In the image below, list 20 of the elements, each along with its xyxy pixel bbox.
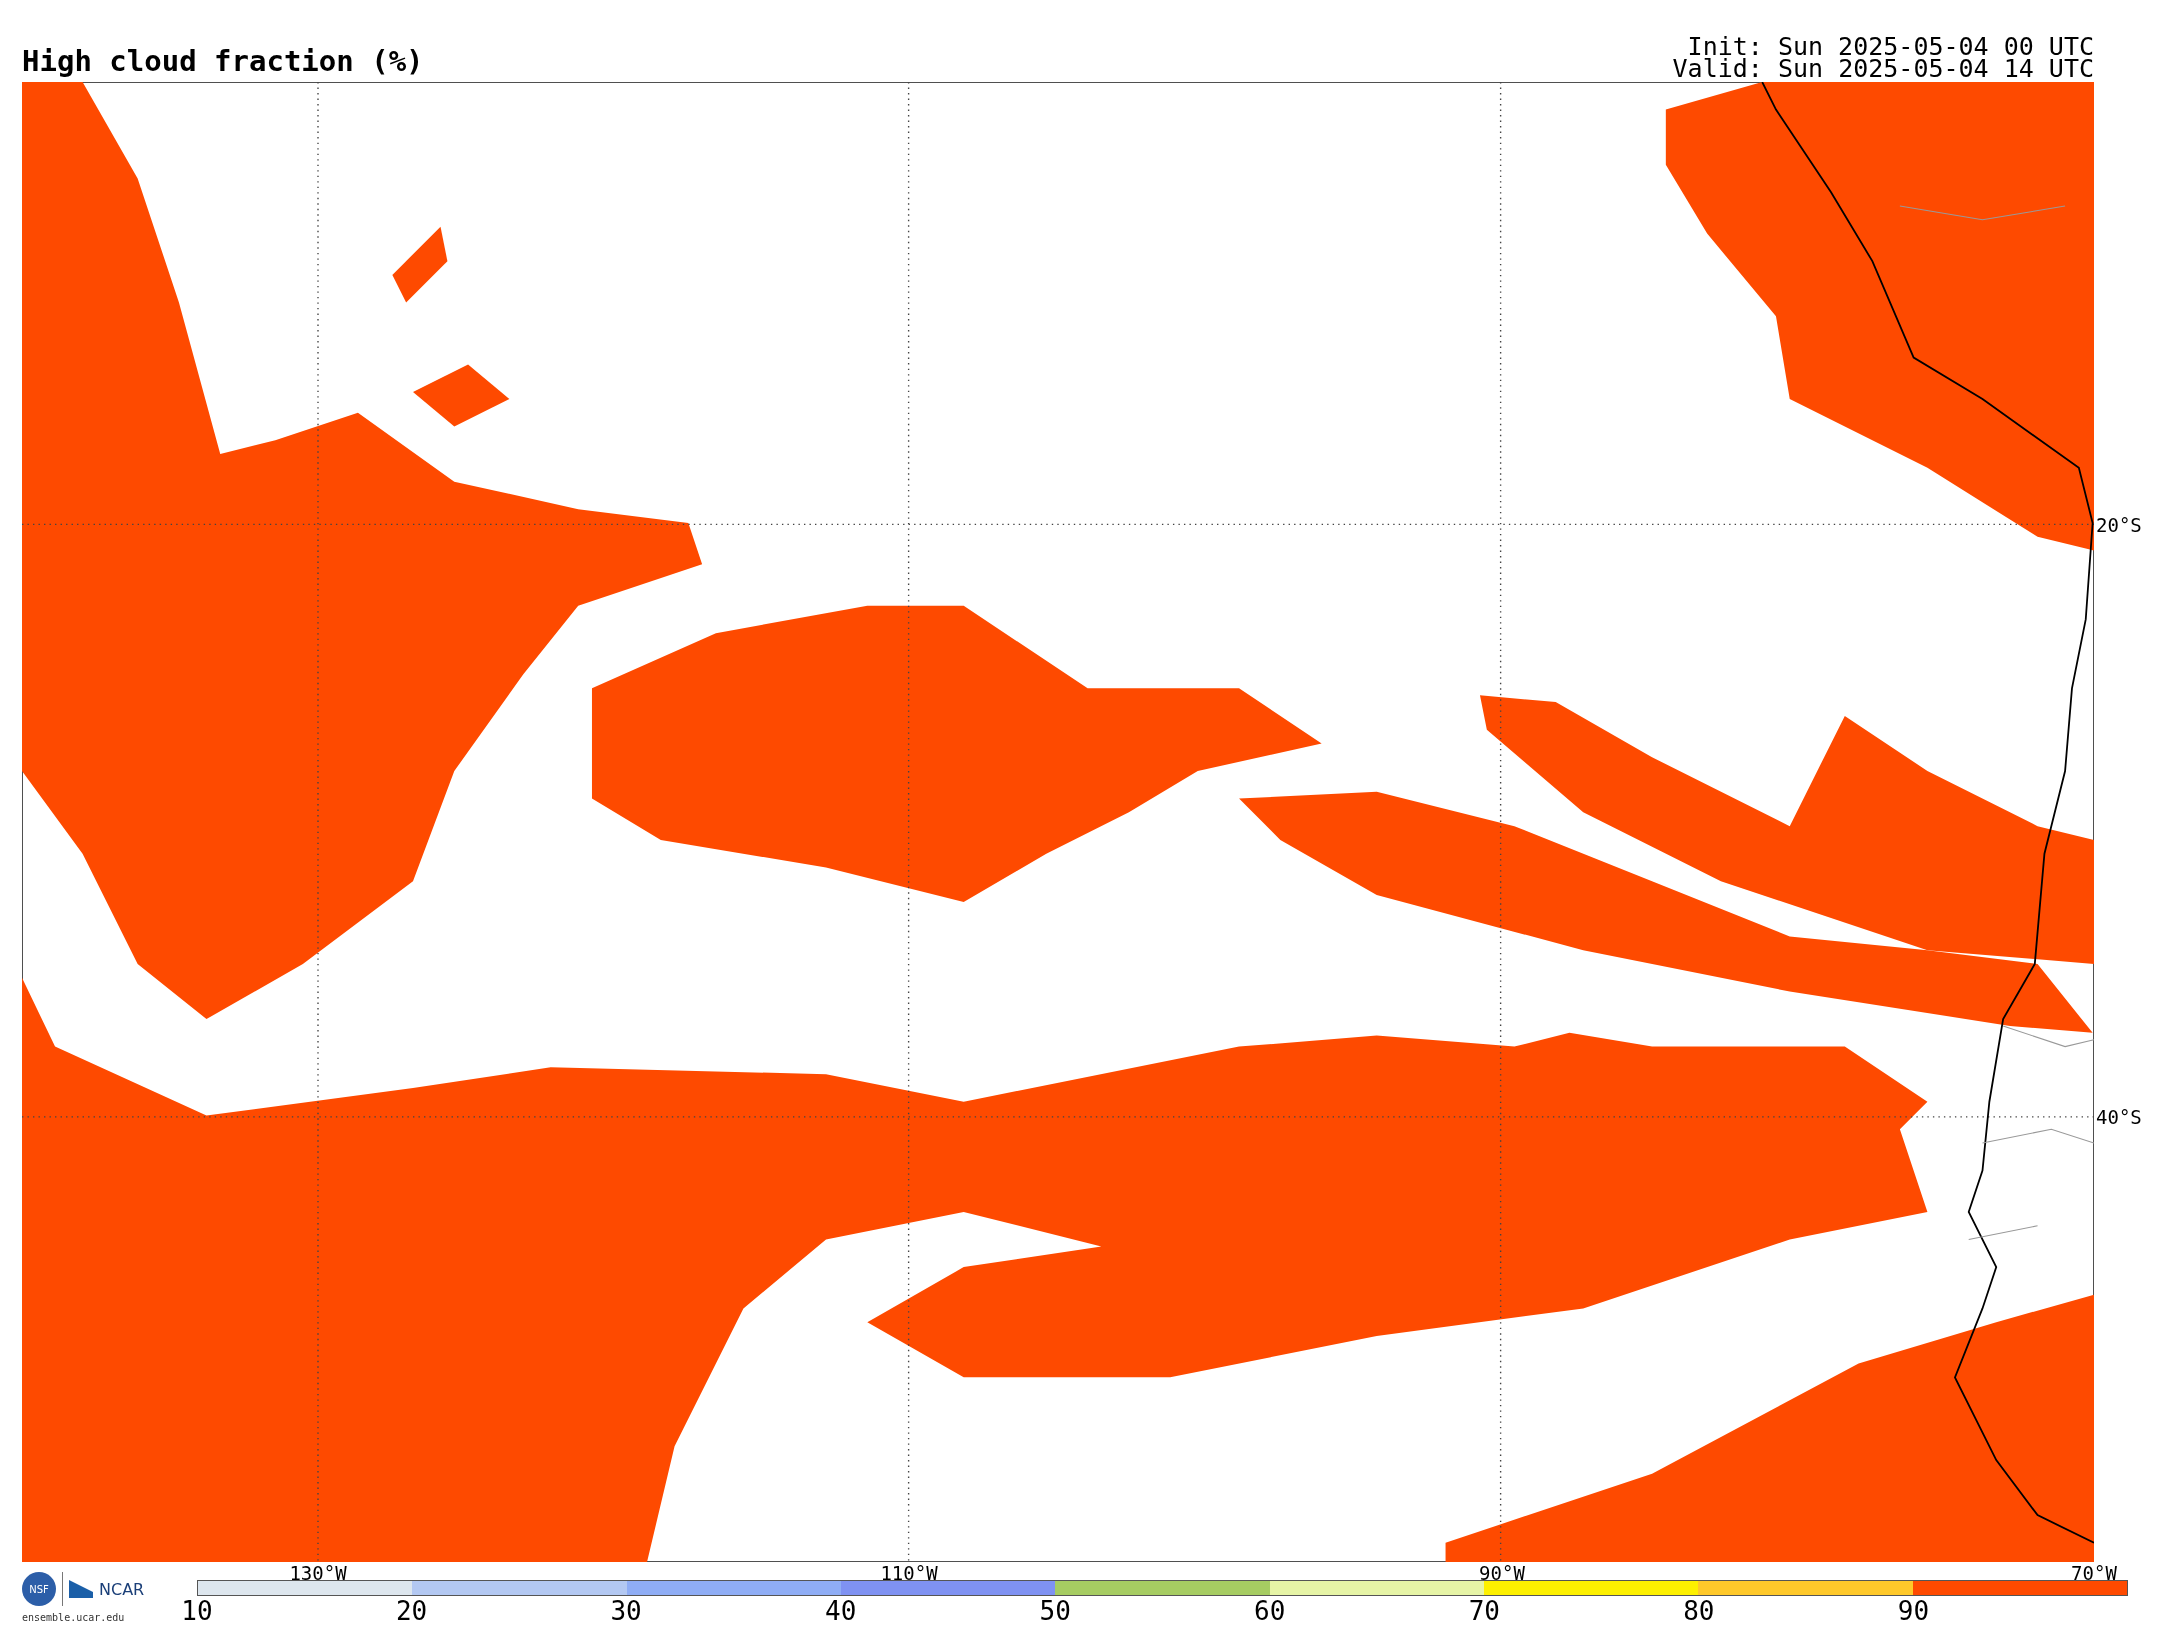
longitude-label: 130°W [289, 1564, 347, 1583]
colorbar-tick-label: 20 [395, 1598, 428, 1624]
init-time: Init: Sun 2025-05-04 00 UTC [1687, 36, 2094, 58]
nsf-logo: NSF [22, 1572, 56, 1606]
longitude-label: 110°W [880, 1564, 938, 1583]
longitude-label: 90°W [1479, 1564, 1525, 1583]
chart-title: High cloud fraction (%) [22, 47, 424, 80]
longitude-label: 70°W [2071, 1564, 2117, 1583]
colorbar-tick-label: 10 [181, 1598, 213, 1624]
colorbar-tick-label: 30 [610, 1598, 642, 1624]
colorbar-tick-label: 90 [1897, 1598, 1930, 1624]
ncar-logo-text: NCAR [99, 1579, 145, 1599]
colorbar-tick-label: 60 [1254, 1598, 1286, 1624]
colorbar-tick-label: 50 [1039, 1598, 1071, 1624]
valid-time: Valid: Sun 2025-05-04 14 UTC [1672, 58, 2094, 80]
colorbar-tick-label: 70 [1468, 1598, 1500, 1624]
triangle-logo-icon [69, 1580, 93, 1598]
colorbar-tick-label: 80 [1683, 1598, 1715, 1624]
website-url: ensemble.ucar.edu [22, 1612, 126, 1623]
colorbar-tick-label: 40 [825, 1598, 857, 1624]
